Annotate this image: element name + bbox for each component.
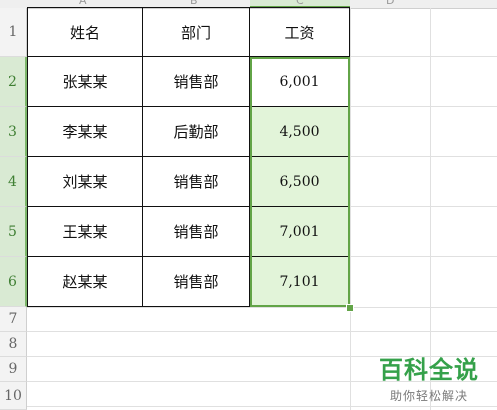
cell-dept[interactable]: 后勤部 <box>143 107 250 157</box>
cell-salary[interactable]: 4,500 <box>250 107 350 157</box>
gridline <box>27 406 497 407</box>
cell-dept[interactable]: 销售部 <box>143 57 250 107</box>
row-header-6[interactable]: 6 <box>0 257 27 307</box>
fill-handle[interactable] <box>346 304 354 312</box>
row-header-5[interactable]: 5 <box>0 207 27 257</box>
cell-name[interactable]: 赵某某 <box>28 257 143 307</box>
cell-salary[interactable]: 7,101 <box>250 257 350 307</box>
header-cell-name[interactable]: 姓名 <box>28 8 143 57</box>
row-header-2[interactable]: 2 <box>0 57 27 107</box>
cell-dept[interactable]: 销售部 <box>143 157 250 207</box>
gridline <box>350 8 351 410</box>
cell-dept[interactable]: 销售部 <box>143 207 250 257</box>
row-header-4[interactable]: 4 <box>0 157 27 207</box>
row-header-1[interactable]: 1 <box>0 8 27 57</box>
column-header-c[interactable]: C <box>296 0 304 7</box>
column-header-a[interactable]: A <box>79 0 87 7</box>
column-header-d[interactable]: D <box>386 0 394 7</box>
cell-salary-active[interactable]: 6,001 <box>250 57 350 107</box>
cell-salary[interactable]: 7,001 <box>250 207 350 257</box>
cell-dept[interactable]: 销售部 <box>143 257 250 307</box>
header-cell-salary[interactable]: 工资 <box>250 8 350 57</box>
gridline <box>27 307 497 308</box>
watermark-logo: 百科全说 <box>379 356 479 384</box>
row-header-10[interactable]: 10 <box>0 382 27 410</box>
row-header-7[interactable]: 7 <box>0 307 27 332</box>
watermark: 百科全说 助你轻松解决 <box>365 350 493 404</box>
spreadsheet-grid[interactable]: A B C D 1 2 3 4 5 6 7 8 9 10 姓名 部门 工资 张某… <box>0 0 497 410</box>
column-header-b[interactable]: B <box>190 0 198 7</box>
cell-name[interactable]: 王某某 <box>28 207 143 257</box>
row-header-8[interactable]: 8 <box>0 332 27 357</box>
row-header-9[interactable]: 9 <box>0 357 27 382</box>
row-header-3[interactable]: 3 <box>0 107 27 157</box>
gridline <box>27 331 497 332</box>
header-cell-dept[interactable]: 部门 <box>143 8 250 57</box>
cell-salary[interactable]: 6,500 <box>250 157 350 207</box>
watermark-tagline: 助你轻松解决 <box>389 389 468 403</box>
cell-name[interactable]: 张某某 <box>28 57 143 107</box>
cell-name[interactable]: 李某某 <box>28 107 143 157</box>
cell-name[interactable]: 刘某某 <box>28 157 143 207</box>
